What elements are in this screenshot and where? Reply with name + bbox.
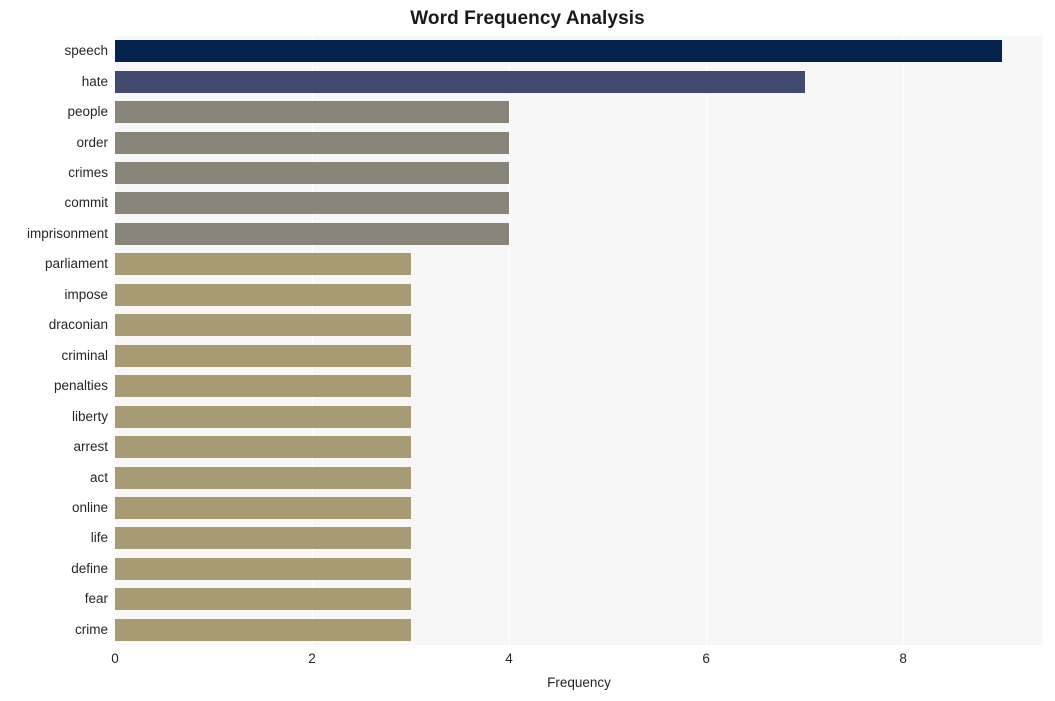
bar[interactable]: [115, 70, 805, 93]
chart-title: Word Frequency Analysis: [410, 8, 645, 29]
bar[interactable]: [115, 618, 411, 641]
x-axis-title: Frequency: [547, 675, 611, 690]
y-tick-label: order: [76, 134, 108, 150]
y-tick-label: speech: [64, 43, 108, 59]
y-tick-label: liberty: [71, 408, 108, 424]
bar[interactable]: [115, 527, 411, 550]
y-tick-label: commit: [64, 195, 109, 211]
bar[interactable]: [115, 101, 510, 124]
bar[interactable]: [115, 405, 411, 428]
bars-group: [115, 36, 1043, 645]
y-tick-label: criminal: [61, 347, 108, 363]
y-tick-label: online: [71, 499, 108, 515]
bar[interactable]: [115, 557, 411, 580]
x-tick-label: 8: [899, 651, 907, 666]
bar[interactable]: [115, 588, 411, 611]
x-tick-label: 0: [111, 651, 119, 666]
bar[interactable]: [115, 436, 411, 459]
y-tick-label: people: [67, 104, 108, 120]
y-tick-label: penalties: [53, 378, 108, 394]
plot-area: [115, 36, 1043, 645]
x-tick-label: 2: [308, 651, 316, 666]
y-tick-label: life: [90, 530, 108, 546]
y-tick-label: parliament: [44, 256, 108, 272]
y-tick-label: define: [71, 560, 108, 576]
y-tick-label: fear: [84, 591, 108, 607]
y-tick-label: hate: [81, 73, 108, 89]
bar[interactable]: [115, 314, 411, 337]
y-tick-label: imprisonment: [26, 225, 108, 241]
bar[interactable]: [115, 344, 411, 367]
bar[interactable]: [115, 375, 411, 398]
bar[interactable]: [115, 131, 510, 154]
y-tick-label: arrest: [73, 439, 108, 455]
bar[interactable]: [115, 222, 510, 245]
y-tick-label: crimes: [68, 165, 108, 181]
bar[interactable]: [115, 192, 510, 215]
y-tick-label: act: [89, 469, 108, 485]
bar[interactable]: [115, 283, 411, 306]
bar[interactable]: [115, 40, 1002, 63]
y-tick-label: impose: [64, 286, 108, 302]
x-tick-label: 4: [505, 651, 513, 666]
bar[interactable]: [115, 466, 411, 489]
bar[interactable]: [115, 253, 411, 276]
bar[interactable]: [115, 496, 411, 519]
y-tick-label: crime: [75, 621, 108, 637]
bar[interactable]: [115, 162, 510, 185]
x-tick-label: 6: [702, 651, 710, 666]
y-axis-tick-labels: speech hate people order crimes commit impriso…: [0, 36, 108, 645]
chart-figure: Word Frequency Analysis speech hate people…: [0, 0, 1055, 701]
y-tick-label: draconian: [48, 317, 108, 333]
x-axis-tick-labels: 0 2 4 6 8: [111, 650, 1043, 672]
